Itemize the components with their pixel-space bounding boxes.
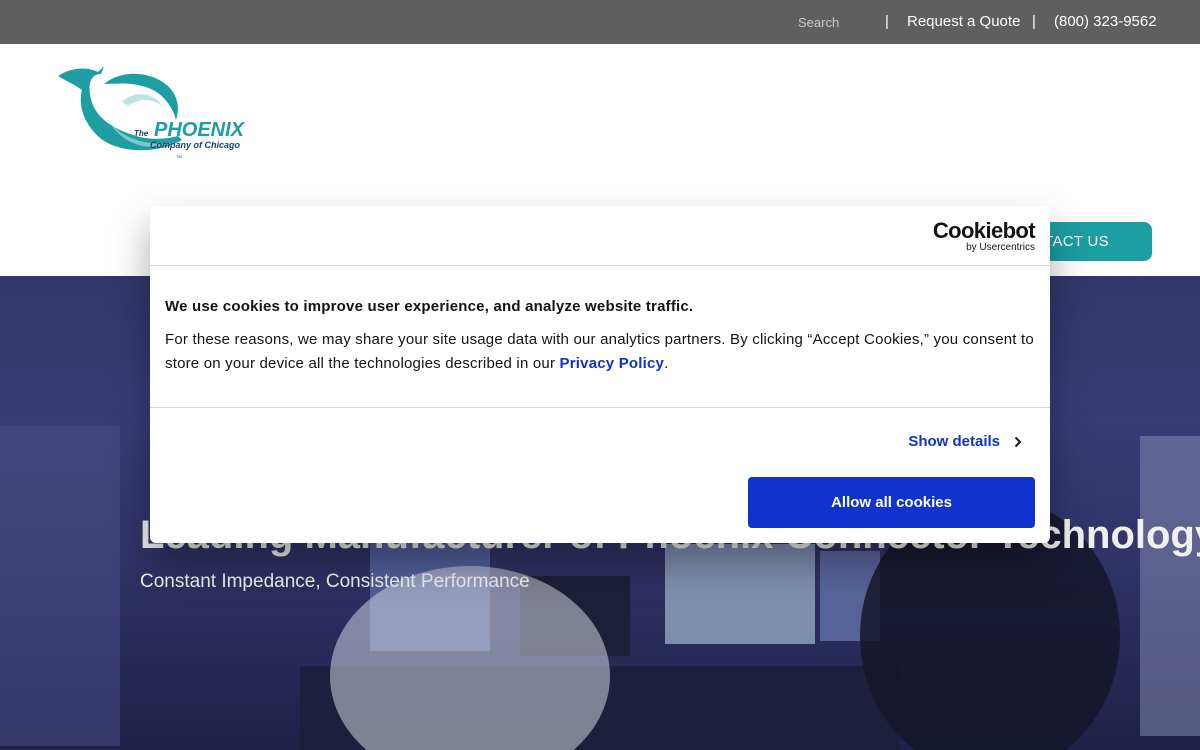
request-quote-link[interactable]: Request a Quote <box>907 13 1020 30</box>
hero-subtitle: Constant Impedance, Consistent Performan… <box>140 571 530 592</box>
top-utility-bar: | Request a Quote | (800) 323-9562 <box>0 0 1200 44</box>
cookie-dialog-body: We use cookies to improve user experienc… <box>165 298 1035 376</box>
privacy-policy-link[interactable]: Privacy Policy <box>560 355 665 372</box>
cookiebot-by-text: by Usercentrics <box>966 242 1035 253</box>
cookie-description: For these reasons, we may share your sit… <box>165 328 1035 376</box>
cookiebot-logo: Cookiebot by Usercentrics <box>932 218 1036 254</box>
cookie-dialog-header: Cookiebot by Usercentrics <box>150 206 1050 266</box>
show-details-label: Show details <box>908 433 1000 450</box>
cookie-body-end: . <box>664 355 669 372</box>
logo-name-text: PHOENIX <box>154 119 246 141</box>
separator: | <box>885 13 889 30</box>
logo-tagline-text: Company of Chicago <box>150 140 241 150</box>
divider <box>150 407 1050 408</box>
phoenix-logo[interactable]: The PHOENIX Company of Chicago TM <box>50 60 270 166</box>
logo-the-text: The <box>134 129 149 138</box>
phone-link[interactable]: (800) 323-9562 <box>1054 13 1157 30</box>
separator: | <box>1032 13 1036 30</box>
allow-all-cookies-button[interactable]: Allow all cookies <box>748 477 1035 528</box>
cookie-heading: We use cookies to improve user experienc… <box>165 298 694 315</box>
search-input[interactable] <box>788 9 868 35</box>
logo-tm-text: TM <box>176 154 182 159</box>
show-details-button[interactable]: Show details <box>908 433 1022 450</box>
chevron-right-icon <box>1014 436 1022 447</box>
cookie-consent-dialog: Cookiebot by Usercentrics We use cookies… <box>150 206 1050 543</box>
cookiebot-brand: Cookiebot <box>932 218 1036 243</box>
